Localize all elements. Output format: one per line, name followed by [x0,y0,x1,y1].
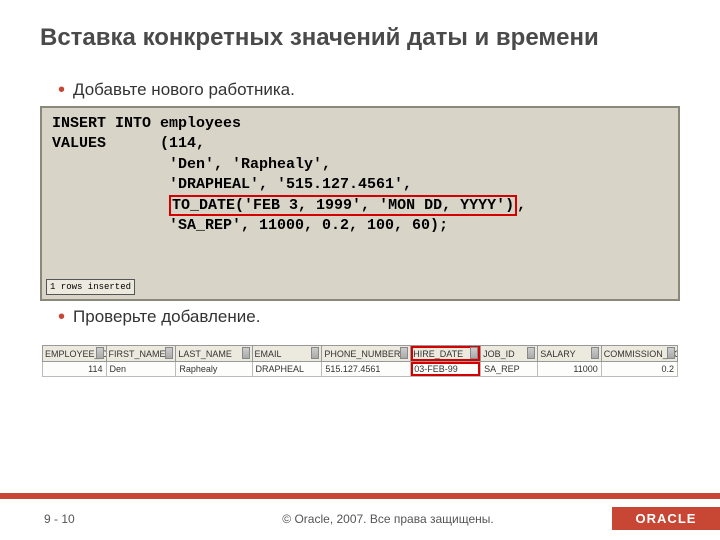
slide-title: Вставка конкретных значений даты и време… [40,24,680,52]
table-row: 114 Den Raphealy DRAPHEAL 515.127.4561 0… [43,361,678,376]
code-l1: INSERT INTO employees [52,115,241,132]
code-l4: 'DRAPHEAL', '515.127.4561', [52,176,412,193]
code-l6: 'SA_REP', 11000, 0.2, 100, 60); [52,217,448,234]
td-hire-date: 03-FEB-99 [411,361,481,376]
td-employee-id: 114 [43,361,107,376]
td-commission: 0.2 [601,361,677,376]
td-last-name: Raphealy [176,361,252,376]
code-l2: VALUES (114, [52,135,205,152]
th-job-id: JOB_ID [481,346,538,362]
th-commission: COMMISSION_PCT [601,346,677,362]
bullet-dot-icon: • [58,80,65,100]
rows-inserted-badge: 1 rows inserted [46,279,135,295]
copyright-text: © Oracle, 2007. Все права защищены. [164,512,612,526]
code-l5-highlight: TO_DATE('FEB 3, 1999', 'MON DD, YYYY') [169,195,517,216]
th-first-name: FIRST_NAME [106,346,176,362]
bullet-add: • Добавьте нового работника. [40,80,680,100]
bullet-dot-icon: • [58,307,65,327]
code-l3: 'Den', 'Raphealy', [52,156,331,173]
code-l5-lead [52,197,169,214]
code-l5-tail: , [517,197,526,214]
th-hire-date: HIRE_DATE [411,346,481,362]
bullet-check: • Проверьте добавление. [40,307,680,327]
th-phone: PHONE_NUMBER [322,346,411,362]
bullet-check-text: Проверьте добавление. [73,307,260,327]
result-table: EMPLOYEE_ID FIRST_NAME LAST_NAME EMAIL P… [42,345,678,377]
oracle-logo: ORACLE [612,507,720,530]
table-header-row: EMPLOYEE_ID FIRST_NAME LAST_NAME EMAIL P… [43,346,678,362]
td-phone: 515.127.4561 [322,361,411,376]
sql-code-block: INSERT INTO employees VALUES (114, 'Den'… [40,106,680,301]
th-salary: SALARY [538,346,602,362]
page-number: 9 - 10 [0,512,164,526]
th-email: EMAIL [252,346,322,362]
td-salary: 11000 [538,361,602,376]
th-employee-id: EMPLOYEE_ID [43,346,107,362]
bullet-add-text: Добавьте нового работника. [73,80,295,100]
td-job-id: SA_REP [481,361,538,376]
th-last-name: LAST_NAME [176,346,252,362]
footer: 9 - 10 © Oracle, 2007. Все права защищен… [0,493,720,540]
td-first-name: Den [106,361,176,376]
td-email: DRAPHEAL [252,361,322,376]
